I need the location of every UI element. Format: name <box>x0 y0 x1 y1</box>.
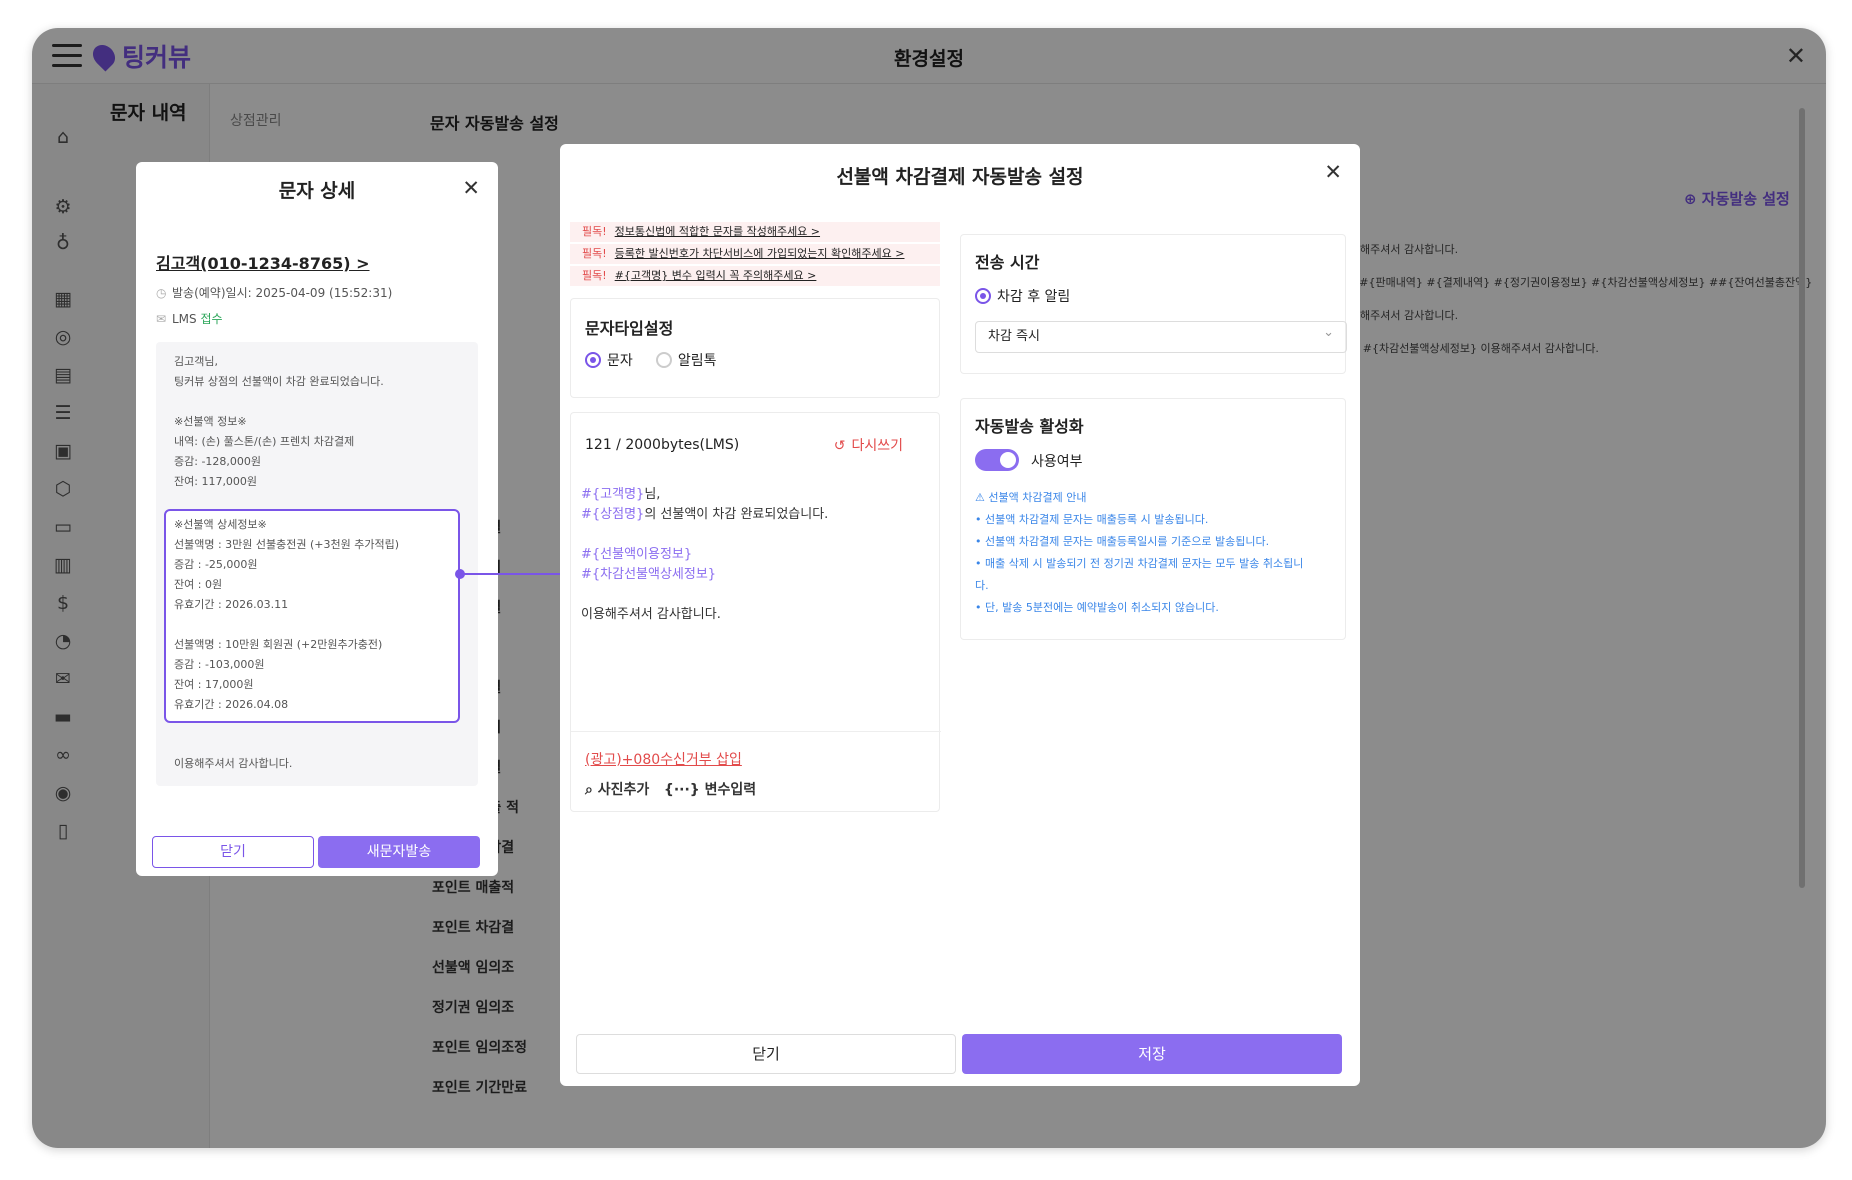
settings-title: 선불액 차감결제 자동발송 설정 <box>836 166 1084 188</box>
guide-list: ⚠ 선불액 차감결제 안내 • 선불액 차감결제 문자는 매출등록 시 발송됩니… <box>975 491 1304 614</box>
paperclip-icon: ⌕ <box>585 782 593 798</box>
notice-2[interactable]: 필독! 등록한 발신번호가 차단서비스에 가입되었는지 확인해주세요 > <box>570 244 940 264</box>
message-content: 김고객님, 팅커뷰 상점의 선불액이 차감 완료되었습니다. ※선불액 정보※ … <box>156 342 478 786</box>
clock-icon: ◷ <box>156 286 167 300</box>
auto-send-settings-modal: 선불액 차감결제 자동발송 설정 ✕ 필독! 정보통신법에 적합한 문자를 작성해… <box>560 144 1360 1086</box>
connector-line <box>458 573 568 575</box>
detail-close-button[interactable]: 닫기 <box>152 836 314 868</box>
auto-send-toggle[interactable] <box>975 449 1019 471</box>
notice-3[interactable]: 필독! #{고객명} 변수 입력시 꼭 주의해주세요 > <box>570 266 940 286</box>
add-photo-button[interactable]: 사진추가 <box>598 782 650 798</box>
radio-sms[interactable] <box>585 351 601 368</box>
radio-after-deduction[interactable] <box>975 287 991 304</box>
editor-tools: ⌕ 사진추가 {···} 변수입력 <box>585 779 756 799</box>
message-editor-card: 121 / 2000bytes(LMS) ↺ 다시쓰기 #{고객명}님, #{상점… <box>570 412 941 812</box>
insert-variable-button[interactable]: {···} 변수입력 <box>664 782 756 798</box>
sent-at: ◷ 발송(예약)일시: 2025-04-09 (15:52:31) <box>156 286 393 300</box>
save-button[interactable]: 저장 <box>962 1034 1342 1074</box>
detail-close-icon[interactable]: ✕ <box>462 176 480 200</box>
message-type: ✉ LMS 접수 <box>156 312 223 326</box>
rewrite-button[interactable]: ↺ 다시쓰기 <box>834 435 909 455</box>
mail-icon: ✉ <box>156 312 167 326</box>
refresh-icon: ↺ <box>833 438 846 454</box>
settings-close-button[interactable]: 닫기 <box>576 1034 956 1074</box>
message-body-editor[interactable]: #{고객명}님, #{상점명}의 선불액이 차감 완료되었습니다. #{선불액이… <box>581 485 828 625</box>
customer-link[interactable]: 김고객(010-1234-8765) > <box>156 250 370 274</box>
radio-alimtalk[interactable] <box>655 351 672 368</box>
byte-counter: 121 / 2000bytes(LMS) <box>585 437 740 453</box>
app-window: 팅커뷰 환경설정 ✕ ⌂ ⚙ ♁ ▦ ◎ ▤ ☰ ▣ ⬡ ▭ ▥ $ ◔ ✉ ▬… <box>32 28 1826 1148</box>
auto-send-activation-card: 자동발송 활성화 사용여부 ⚠ 선불액 차감결제 안내 • 선불액 차감결제 문… <box>960 398 1346 640</box>
new-message-button[interactable]: 새문자발송 <box>318 836 480 868</box>
warning-icon: ⚠ <box>975 491 985 504</box>
send-time-select[interactable]: 차감 즉시 <box>975 318 1347 353</box>
notice-1[interactable]: 필독! 정보통신법에 적합한 문자를 작성해주세요 > <box>570 222 940 242</box>
highlighted-detail-block: ※선불액 상세정보※ 선불액명 : 3만원 선불충전권 (+3천원 추가적립) … <box>164 509 460 723</box>
send-time-card: 전송 시간 차감 후 알림 차감 즉시 <box>960 234 1347 374</box>
detail-title: 문자 상세 <box>278 180 356 202</box>
settings-close-icon[interactable]: ✕ <box>1324 160 1342 184</box>
message-detail-modal: 문자 상세 ✕ 김고객(010-1234-8765) > ◷ 발송(예약)일시: … <box>136 162 498 876</box>
message-type-card: 문자타입설정 문자 알림톡 <box>570 298 940 398</box>
ad-insert-link[interactable]: (광고)+080수신거부 삽입 <box>585 749 742 769</box>
status-badge: 접수 <box>200 312 223 326</box>
